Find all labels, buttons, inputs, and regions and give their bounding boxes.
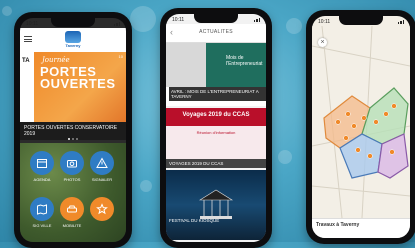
status-bar: 10:11 xyxy=(172,15,260,24)
news-title: ACTUALITES xyxy=(199,29,233,35)
camera-icon xyxy=(67,160,77,168)
signal-icon xyxy=(113,21,120,26)
hero-badge: 10 xyxy=(118,54,123,59)
car-icon xyxy=(67,205,77,213)
phone-home-screen: 10:11 Taverny TA 10 Journée PORTES OUVER… xyxy=(14,12,132,248)
sig-ville-button[interactable] xyxy=(30,197,54,221)
phone-news-screen: 10:11 ‹ ACTUALITES Mois de l'Entrepreneu… xyxy=(160,8,272,248)
news-card-heading: Voyages 2019 du CCAS xyxy=(182,112,250,118)
status-time: 10:11 xyxy=(26,20,39,27)
carousel-dots[interactable] xyxy=(68,138,78,140)
news-screen: 10:11 ‹ ACTUALITES Mois de l'Entrepreneu… xyxy=(166,14,266,242)
hero-banner[interactable]: TA 10 Journée PORTES OUVERTES xyxy=(20,52,126,122)
hero-side-panel: TA xyxy=(20,52,34,122)
status-bar: 10:11 xyxy=(26,19,120,28)
brand-name: Taverny xyxy=(65,43,81,48)
close-icon[interactable]: × xyxy=(318,38,327,47)
works-pin xyxy=(373,119,379,125)
calendar-icon xyxy=(37,159,47,168)
news-card-kiosque[interactable]: FESTIVAL DU KIOSQUE xyxy=(166,170,266,240)
mobilite-button[interactable] xyxy=(60,197,84,221)
shortcut-grid: AGENDA PHOTOS SIGNALER SIG VILLE MOBILIT… xyxy=(20,143,126,242)
hero-artwork: 10 Journée PORTES OUVERTES xyxy=(34,52,126,122)
news-card-caption: VOYAGES 2019 DU CCAS xyxy=(166,159,266,168)
news-card-subheading: Réunion d'information xyxy=(196,130,236,135)
mobilite-label: MOBILITE xyxy=(62,223,82,228)
news-card-ccas[interactable]: Voyages 2019 du CCAS Réunion d'informati… xyxy=(166,108,266,168)
gazebo-illustration xyxy=(198,189,234,219)
works-pin xyxy=(391,103,397,109)
hero-title-line2: PORTES OUVERTES xyxy=(40,64,116,91)
star-icon xyxy=(96,203,108,215)
phone-map-screen: 10:11 × Travaux à Taverny xyxy=(306,10,415,244)
bokeh-light xyxy=(278,150,292,164)
bokeh-light xyxy=(2,6,12,16)
works-pin xyxy=(383,111,389,117)
map-footer-label: Travaux à Taverny xyxy=(316,222,360,228)
bokeh-light xyxy=(140,180,152,192)
news-header: ‹ ACTUALITES xyxy=(166,24,266,43)
works-pin xyxy=(355,147,361,153)
map-screen: 10:11 × Travaux à Taverny xyxy=(312,16,410,238)
hero-side-text: TA xyxy=(22,58,30,64)
works-pin xyxy=(345,111,351,117)
signaler-label: SIGNALER xyxy=(91,177,113,182)
map-canvas xyxy=(312,25,410,219)
news-card-overlay: Mois de l'Entrepreneuriat xyxy=(226,55,263,67)
works-pin xyxy=(389,149,395,155)
signaler-button[interactable] xyxy=(90,151,114,175)
home-screen: 10:11 Taverny TA 10 Journée PORTES OUVER… xyxy=(20,18,126,242)
news-card-entrepreneuriat[interactable]: Mois de l'Entrepreneuriat AVRIL : MOIS D… xyxy=(166,43,266,106)
works-pin xyxy=(343,135,349,141)
status-bar: 10:11 xyxy=(318,17,404,26)
news-card-caption: FESTIVAL DU KIOSQUE xyxy=(169,218,220,223)
works-map[interactable] xyxy=(312,25,410,219)
alert-icon xyxy=(96,157,108,168)
news-card-image: Mois de l'Entrepreneuriat xyxy=(166,43,266,87)
town-logo xyxy=(65,31,81,43)
status-time: 10:11 xyxy=(172,16,185,23)
menu-icon[interactable] xyxy=(24,36,32,44)
map-icon xyxy=(37,204,47,215)
hero-title-line1: Journée xyxy=(42,56,70,64)
signal-icon xyxy=(253,17,260,22)
signal-icon xyxy=(397,19,404,24)
app-header: Taverny xyxy=(20,28,126,52)
works-pin xyxy=(367,153,373,159)
photos-button[interactable] xyxy=(60,151,84,175)
bokeh-light xyxy=(130,6,156,32)
works-pin xyxy=(361,115,367,121)
bokeh-light xyxy=(286,18,302,34)
status-time: 10:11 xyxy=(318,18,331,25)
agenda-button[interactable] xyxy=(30,151,54,175)
news-card-caption: AVRIL : MOIS DE L'ENTREPRENEURIAT A TAVE… xyxy=(169,87,266,101)
works-pin xyxy=(335,119,341,125)
works-pin xyxy=(351,123,357,129)
map-footer[interactable]: Travaux à Taverny xyxy=(312,218,410,238)
extra-shortcut-button[interactable] xyxy=(90,197,114,221)
